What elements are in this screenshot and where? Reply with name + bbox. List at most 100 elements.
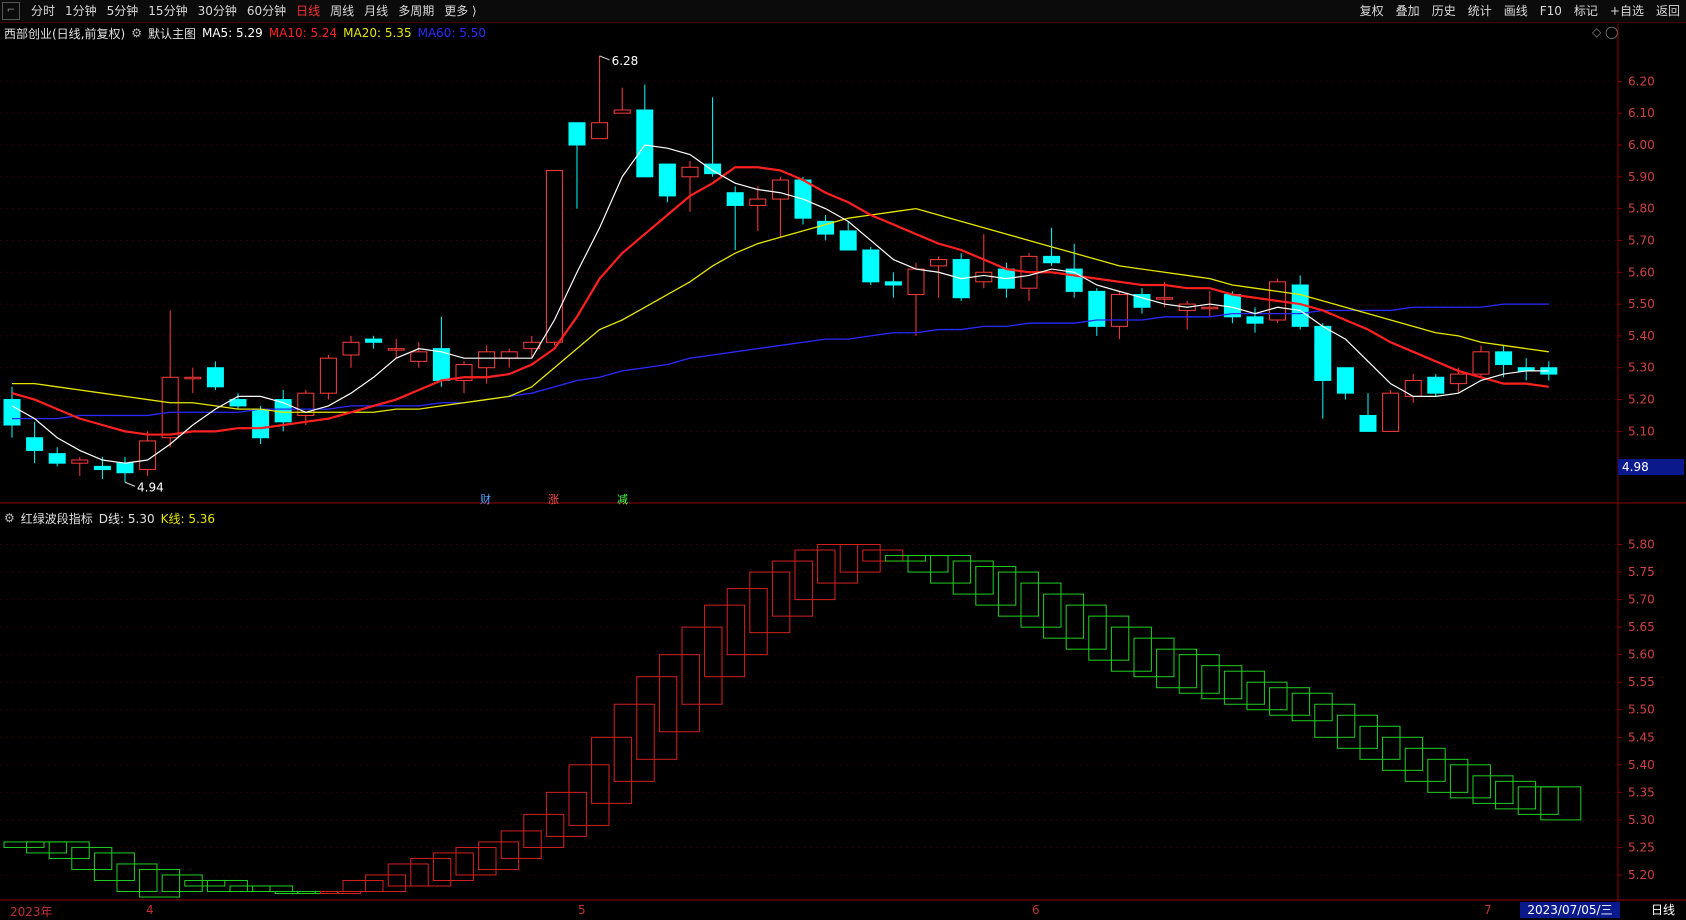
band-box [252, 885, 294, 892]
band-box [342, 879, 384, 892]
y-tick-label: 5.50 [1628, 297, 1655, 311]
ind-y-tick-label: 5.25 [1628, 840, 1655, 854]
candle-body [636, 109, 654, 178]
band-box [3, 841, 45, 848]
candle-body [1495, 351, 1513, 366]
candle-body [771, 179, 789, 200]
y-tick-label: 5.10 [1628, 424, 1655, 438]
y-tick-label: 5.30 [1628, 361, 1655, 375]
band-box [749, 571, 791, 634]
candle-body [1201, 306, 1219, 310]
candle-body [591, 122, 609, 140]
candle-body [1110, 294, 1128, 327]
y-tick-label: 5.20 [1628, 393, 1655, 407]
candle-body [206, 367, 224, 388]
event-label-jian[interactable]: 减 [617, 491, 628, 507]
y-tick-label: 6.00 [1628, 138, 1655, 152]
x-label-apr: 4 [146, 903, 154, 917]
candle-body [365, 338, 383, 343]
candle-body [93, 465, 111, 471]
candle-body [726, 192, 744, 206]
band-box [1540, 786, 1582, 821]
y-tick-label: 5.80 [1628, 202, 1655, 216]
candle-body [545, 169, 563, 343]
band-box [478, 841, 520, 870]
x-label-jul: 7 [1484, 903, 1492, 917]
band-box [681, 626, 723, 705]
ind-y-tick-label: 5.70 [1628, 593, 1655, 607]
band-box [907, 555, 949, 573]
candle-body [704, 163, 722, 175]
candle-body [1359, 414, 1377, 432]
band-box [658, 654, 700, 733]
candle-body [975, 271, 993, 283]
candle-body [1449, 373, 1467, 385]
band-box [116, 863, 158, 892]
band-box [184, 879, 226, 887]
band-box [432, 852, 474, 881]
low-label: 4.94 [137, 480, 164, 494]
band-box [93, 852, 135, 881]
band-box [1382, 736, 1424, 771]
band-box [726, 588, 768, 656]
band-box [568, 764, 610, 826]
ind-y-tick-label: 5.55 [1628, 675, 1655, 689]
candle-body [839, 230, 857, 251]
candle-body [184, 376, 202, 380]
band-box [1043, 593, 1085, 639]
band-box [1495, 780, 1537, 810]
band-box [229, 885, 271, 892]
band-box [48, 841, 90, 859]
band-box [1449, 764, 1491, 799]
event-label-zhang[interactable]: 涨 [548, 491, 559, 507]
candle-body [862, 249, 880, 283]
band-box [139, 868, 181, 898]
band-box [500, 830, 542, 859]
high-pointer [599, 55, 610, 61]
band-box [952, 560, 994, 595]
period-badge[interactable]: 日线 [1640, 902, 1686, 918]
kline-chart-svg[interactable]: 6.20 6.10 6.00 5.90 5.80 5.70 5.60 5.50 5.40 5.30… [0, 0, 1686, 918]
ind-y-tick-label: 5.60 [1628, 648, 1655, 662]
event-label-cai[interactable]: 财 [480, 491, 491, 507]
candle-body [568, 122, 586, 146]
band-box [1110, 626, 1152, 672]
band-box [794, 549, 836, 601]
candle-body [1156, 297, 1174, 300]
band-box [839, 544, 881, 573]
band-box [1472, 775, 1514, 804]
ind-y-tick-label: 5.75 [1628, 565, 1655, 579]
ind-y-tick-label: 5.40 [1628, 758, 1655, 772]
ind-y-tick-label: 5.45 [1628, 730, 1655, 744]
ind-y-tick-label: 5.65 [1628, 620, 1655, 634]
candle-body [342, 341, 360, 356]
candle-body [1314, 325, 1332, 381]
ind-y-tick-label: 5.35 [1628, 785, 1655, 799]
candle-body [139, 440, 157, 471]
band-box [410, 857, 452, 887]
band-box [455, 846, 497, 876]
candle-body [252, 408, 270, 439]
candle-body [1336, 367, 1354, 394]
candle-body [478, 351, 496, 369]
ind-y-tick-label: 5.50 [1628, 703, 1655, 717]
band-box [930, 555, 972, 584]
candle-body [48, 453, 66, 464]
candle-body [1246, 316, 1264, 324]
candle-body [116, 462, 134, 474]
candle-body [410, 351, 428, 362]
ind-y-tick-label: 5.20 [1628, 868, 1655, 882]
band-box [1359, 725, 1401, 760]
candle-body [71, 459, 89, 464]
candle-body [1382, 392, 1400, 432]
band-box [704, 604, 746, 678]
band-box [591, 736, 633, 804]
ind-y-tick-label: 5.80 [1628, 538, 1655, 552]
date-cursor-badge: 2023/07/05/三 [1520, 902, 1620, 918]
candle-body [907, 268, 925, 296]
candle-body [1404, 379, 1422, 397]
band-box [1223, 670, 1265, 705]
candle-body [930, 259, 948, 267]
candle-body [3, 399, 21, 426]
candle-body [613, 109, 631, 114]
